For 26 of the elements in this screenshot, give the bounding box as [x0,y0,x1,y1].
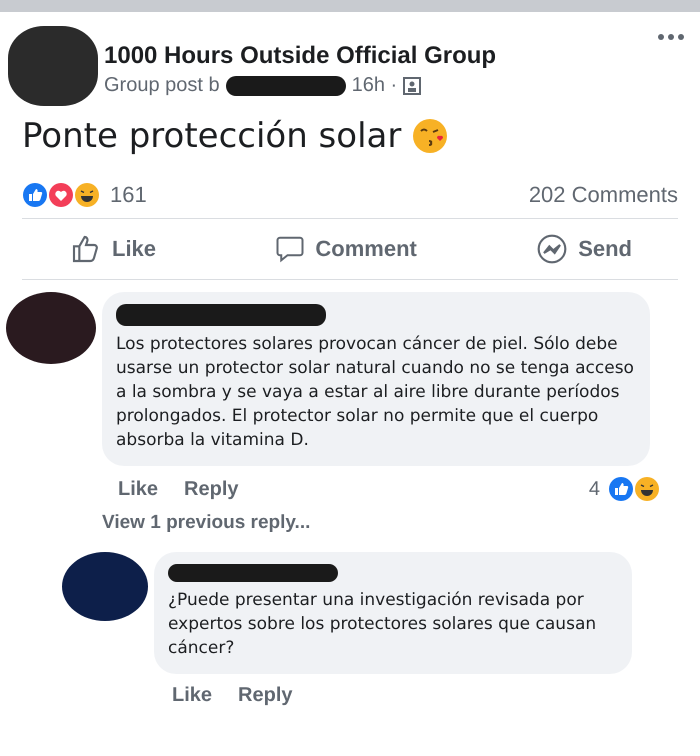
reaction-count[interactable]: 161 [110,182,147,208]
post-meta: Group post b [104,74,220,97]
kissing-emoji-icon [411,117,450,155]
like-reaction-icon [608,476,634,502]
messenger-icon [536,233,568,265]
group-icon [403,76,422,94]
reply-link[interactable]: Reply [238,684,292,707]
comment-button[interactable]: Comment [275,233,417,265]
like-button[interactable]: Like [70,233,156,265]
comment-count[interactable]: 202 Comments [528,182,678,208]
like-reaction-icon [22,182,48,208]
post-time: 16h · [352,74,398,97]
speech-bubble-icon [275,234,306,264]
comment-text: Los protectores solares provocan cáncer de piel. Sólo debe usarse un protector solar natural cuando no se tenga acceso a la sombra y se vaya a estar al aire libre durante períodos prolongados. El protector solar no permite que el cuerpo absorba la vitamina D. [116,333,635,452]
laughing-reaction-icon [634,476,660,502]
post-text: Ponte protección solar [22,116,402,156]
like-link[interactable]: Like [172,684,212,707]
send-button[interactable]: Send [536,233,632,265]
comment-reaction-count: 4 [588,478,600,500]
laughing-reaction-icon [74,182,100,208]
view-replies-link[interactable]: View 1 previous reply... [0,512,310,534]
like-link[interactable]: Like [118,478,158,500]
reply-text: ¿Puede presentar una investigación revisada por expertos sobre los protectores solares que causan cáncer? [168,589,598,660]
group-title[interactable]: 1000 Hours Outside Official Group [104,42,652,70]
heart-reaction-icon [48,182,74,208]
reply-link[interactable]: Reply [184,478,238,500]
